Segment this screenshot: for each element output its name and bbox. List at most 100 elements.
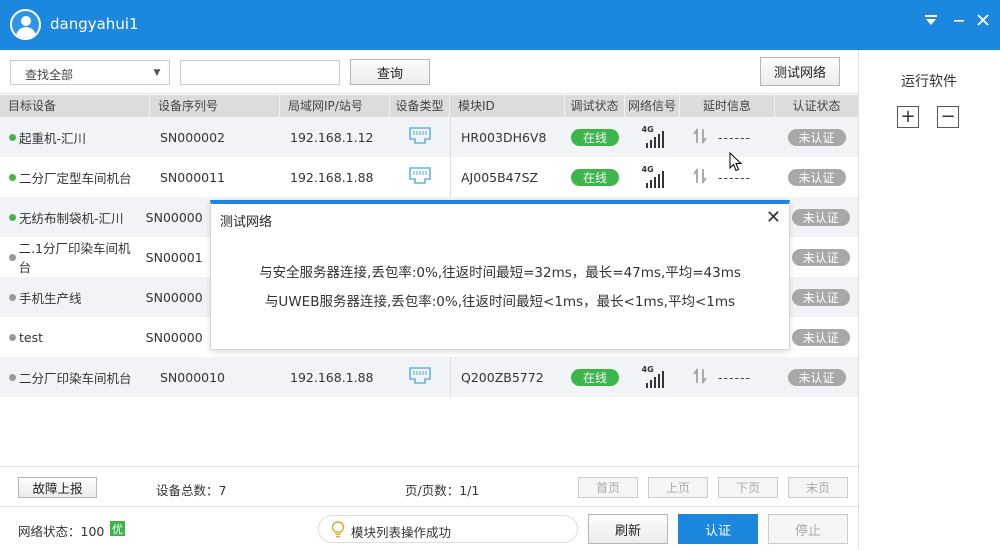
dialog-line-security-server: 与安全服务器连接,丢包率:0%,往返时间最短=32ms，最长=47ms,平均=4… <box>259 265 741 281</box>
col-signal[interactable]: 网络信号 <box>625 95 680 117</box>
online-status-dot <box>9 213 16 221</box>
col-delay[interactable]: 延时信息 <box>680 95 775 117</box>
first-page-button[interactable]: 首页 <box>578 477 638 498</box>
serial-number: SN00000 <box>145 289 203 305</box>
ethernet-port-icon <box>408 366 432 389</box>
status-toast: 模块列表操作成功 <box>318 515 578 543</box>
dialog-line-uweb-server: 与UWEB服务器连接,丢包率:0%,往返时间最短<1ms，最长<1ms,平均<1… <box>264 294 736 310</box>
delay-cell: ------ <box>680 157 775 197</box>
auth-cell: 未认证 <box>775 157 858 197</box>
col-target-device[interactable]: 目标设备 <box>0 95 150 117</box>
search-scope-select[interactable]: 查找全部 ▼ <box>10 60 170 85</box>
table-row[interactable]: 起重机-汇川 SN000002 192.168.1.12 HR003DH6V8 在线 4G… <box>0 117 858 157</box>
page-info: 页/页数：1/1 <box>405 483 480 498</box>
auth-cell: 未认证 <box>783 197 858 237</box>
delay-cell: ------ <box>680 117 775 157</box>
device-name: 无纺布制袋机-汇川 <box>19 210 124 226</box>
dialog-close-icon[interactable]: ✕ <box>766 207 781 228</box>
remove-software-button[interactable]: − <box>937 106 959 128</box>
col-lan-ip[interactable]: 局域网IP/站号 <box>280 95 390 117</box>
signal-4g-icon: 4G <box>642 125 664 148</box>
online-status-dot <box>9 293 16 301</box>
auth-cell: 未认证 <box>783 317 858 357</box>
device-name-cell[interactable]: 无纺布制袋机-汇川 <box>0 197 136 237</box>
signal-4g-icon: 4G <box>642 365 664 388</box>
signal-cell: 4G <box>625 357 680 397</box>
delay-cell: ------ <box>680 357 775 397</box>
ethernet-port-icon <box>408 166 432 189</box>
device-name: 二.1分厂印染车间机台 <box>18 241 131 275</box>
dialog-title: 测试网络 <box>220 215 273 230</box>
unauth-badge: 未认证 <box>791 208 850 226</box>
authenticate-button[interactable]: 认证 <box>678 514 758 544</box>
status-bar: 网络状态：100 优 模块列表操作成功 刷新 认证 停止 <box>0 506 858 550</box>
online-status-dot <box>9 133 16 141</box>
online-badge: 在线 <box>571 128 619 146</box>
unauth-badge: 未认证 <box>791 248 850 266</box>
toast-message: 模块列表操作成功 <box>351 525 452 540</box>
menu-dropdown-icon[interactable] <box>920 10 942 30</box>
test-network-button[interactable]: 测试网络 <box>760 57 840 86</box>
device-table-header: 目标设备 设备序列号 局域网IP/站号 设备类型 模块ID 调试状态 网络信号 … <box>0 95 858 117</box>
unauth-badge: 未认证 <box>787 168 846 186</box>
table-row[interactable]: 二分厂印染车间机台 SN000010 192.168.1.88 Q200ZB5772 在… <box>0 357 858 397</box>
device-name: 二分厂定型车间机台 <box>19 170 132 186</box>
module-cell: AJ005B47SZ <box>450 157 565 197</box>
device-type-cell <box>390 357 450 397</box>
auth-cell: 未认证 <box>783 277 858 317</box>
search-input[interactable] <box>180 60 340 85</box>
report-fault-button[interactable]: 故障上报 <box>18 477 97 498</box>
col-serial[interactable]: 设备序列号 <box>150 95 280 117</box>
transfer-arrows-icon <box>692 367 708 388</box>
minimize-icon[interactable] <box>948 10 970 30</box>
unauth-badge: 未认证 <box>787 128 846 146</box>
serial-number: SN000011 <box>160 169 226 185</box>
device-name-cell[interactable]: 二.1分厂印染车间机台 <box>0 237 136 277</box>
debug-status-cell: 在线 <box>565 117 625 157</box>
last-page-button[interactable]: 末页 <box>788 477 848 498</box>
stop-button[interactable]: 停止 <box>768 514 848 544</box>
device-name-cell[interactable]: 手机生产线 <box>0 277 136 317</box>
col-module-id[interactable]: 模块ID <box>450 95 565 117</box>
search-button[interactable]: 查询 <box>350 59 430 85</box>
refresh-button[interactable]: 刷新 <box>588 514 668 544</box>
serial-cell: SN000010 <box>150 357 280 397</box>
device-name-cell[interactable]: test <box>0 317 136 357</box>
col-auth-status[interactable]: 认证状态 <box>775 95 858 117</box>
module-id: AJ005B47SZ <box>461 169 539 185</box>
device-total: 设备总数：7 <box>156 483 227 498</box>
lan-ip: 192.168.1.88 <box>290 169 374 185</box>
close-icon[interactable] <box>972 10 994 30</box>
device-name: 起重机-汇川 <box>19 130 87 146</box>
device-name-cell[interactable]: 起重机-汇川 <box>0 117 150 157</box>
signal-cell: 4G <box>625 117 680 157</box>
debug-status-cell: 在线 <box>565 157 625 197</box>
ip-cell: 192.168.1.88 <box>280 157 390 197</box>
device-name-cell[interactable]: 二分厂定型车间机台 <box>0 157 150 197</box>
online-badge: 在线 <box>571 368 619 386</box>
next-page-button[interactable]: 下页 <box>718 477 778 498</box>
lan-ip: 192.168.1.88 <box>290 369 374 385</box>
auth-cell: 未认证 <box>775 357 858 397</box>
unauth-badge: 未认证 <box>791 328 850 346</box>
device-type-cell <box>390 157 450 197</box>
chevron-down-icon[interactable]: ▼ <box>145 61 169 84</box>
test-network-dialog: 测试网络 ✕ 与安全服务器连接,丢包率:0%,往返时间最短=32ms，最长=47… <box>210 200 790 350</box>
transfer-arrows-icon <box>692 167 708 188</box>
col-debug-status[interactable]: 调试状态 <box>565 95 625 117</box>
user-avatar-icon[interactable] <box>10 9 41 40</box>
delay-value: ------ <box>718 129 752 145</box>
online-badge: 在线 <box>571 168 619 186</box>
lan-ip: 192.168.1.12 <box>290 129 374 145</box>
online-status-dot <box>9 173 16 181</box>
device-name-cell[interactable]: 二分厂印染车间机台 <box>0 357 150 397</box>
col-device-type[interactable]: 设备类型 <box>390 95 450 117</box>
prev-page-button[interactable]: 上页 <box>648 477 708 498</box>
serial-number: SN00000 <box>145 329 203 345</box>
search-bar: 查找全部 ▼ 查询 测试网络 <box>0 50 858 94</box>
device-name: test <box>19 329 44 345</box>
search-scope-value: 查找全部 <box>25 68 74 82</box>
serial-number: SN00000 <box>145 209 203 225</box>
serial-cell: SN000002 <box>150 117 280 157</box>
add-software-button[interactable]: + <box>897 106 919 128</box>
